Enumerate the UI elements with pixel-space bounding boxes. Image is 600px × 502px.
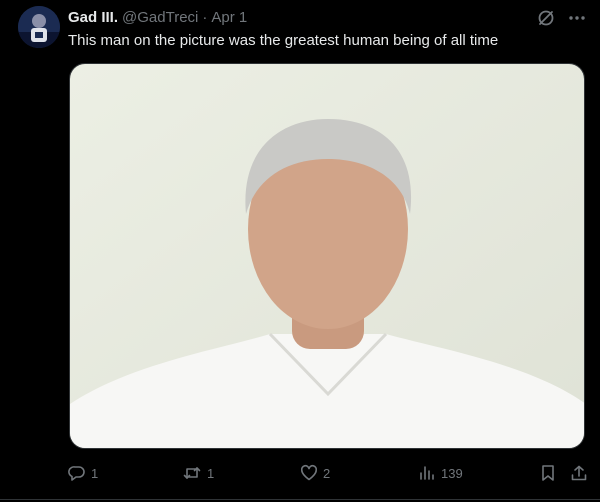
views-button[interactable]: 139 <box>418 464 534 482</box>
author-name[interactable]: Gad III. <box>68 9 118 26</box>
repost-button[interactable]: 1 <box>182 464 300 482</box>
like-button[interactable]: 2 <box>300 464 418 482</box>
like-icon <box>300 464 318 482</box>
grok-icon[interactable] <box>536 8 556 28</box>
tweet-top-icons <box>536 8 586 28</box>
tweet-header: Gad III. @GadTreci · Apr 1 <box>68 9 247 26</box>
reply-count: 1 <box>91 465 99 481</box>
tweet-text: This man on the picture was the greatest… <box>68 32 499 49</box>
more-icon[interactable] <box>568 9 586 27</box>
author-handle[interactable]: @GadTreci <box>122 9 198 26</box>
bookmark-icon[interactable] <box>540 464 556 482</box>
share-icon[interactable] <box>570 464 588 482</box>
reply-button[interactable]: 1 <box>68 464 182 482</box>
tweet-photo[interactable] <box>69 63 585 449</box>
like-count: 2 <box>323 465 331 481</box>
tweet: Gad III. @GadTreci · Apr 1 This man on t… <box>0 0 600 502</box>
tweet-date[interactable]: Apr 1 <box>211 9 247 26</box>
avatar[interactable] <box>18 6 60 48</box>
views-count: 139 <box>441 465 463 481</box>
header-separator: · <box>202 9 208 26</box>
repost-count: 1 <box>207 465 215 481</box>
reply-icon <box>68 464 86 482</box>
repost-icon <box>182 464 202 482</box>
photo-placeholder <box>70 64 584 448</box>
tweet-divider <box>0 499 600 500</box>
views-icon <box>418 464 436 482</box>
tweet-actions: 1 1 2 139 <box>68 462 588 484</box>
